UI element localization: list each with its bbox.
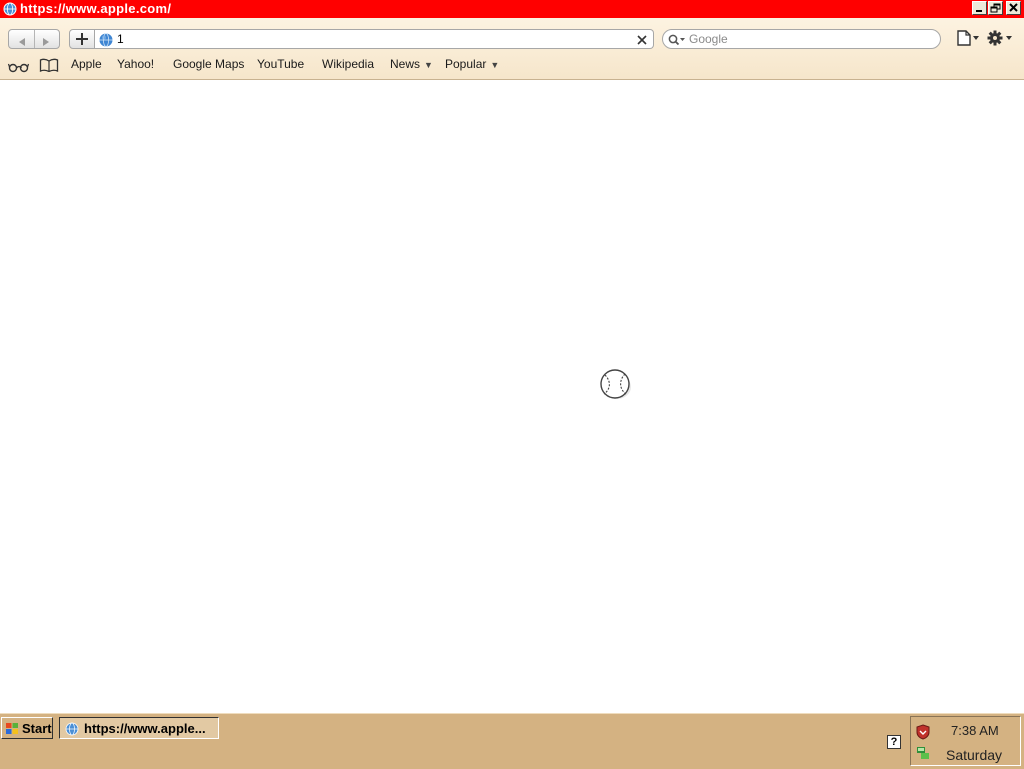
page-menu-button[interactable] [956, 30, 980, 51]
chevron-down-icon: ▼ [490, 60, 500, 70]
settings-menu-button[interactable] [987, 30, 1015, 51]
windows-logo-icon [5, 722, 19, 738]
bookmark-folder-news[interactable]: News ▼ [390, 57, 433, 71]
start-button[interactable]: Start [1, 717, 53, 739]
minimize-icon [976, 10, 982, 12]
bookmark-folder-popular[interactable]: Popular ▼ [445, 57, 499, 71]
bookmark-yahoo[interactable]: Yahoo! [117, 57, 154, 71]
taskbar-item-label: https://www.apple... [84, 721, 206, 736]
help-icon[interactable]: ? [887, 735, 901, 749]
close-icon [1009, 3, 1018, 12]
reading-list-icon [7, 63, 30, 73]
reading-list-button[interactable] [7, 60, 30, 78]
plus-icon [76, 33, 88, 45]
window-title: https://www.apple.com/ [20, 1, 172, 16]
clear-url-button[interactable] [636, 33, 648, 51]
globe-icon [3, 2, 17, 19]
gear-icon [987, 30, 1012, 46]
taskbar: Start https://www.apple... ? 7:38 AM Sat… [0, 713, 1024, 769]
globe-icon [65, 722, 79, 739]
clear-icon [637, 35, 647, 45]
back-button[interactable] [17, 34, 27, 52]
bookmark-youtube[interactable]: YouTube [257, 57, 304, 71]
restore-icon [990, 3, 1001, 13]
shield-icon[interactable] [915, 724, 931, 745]
close-button[interactable] [1006, 1, 1021, 15]
taskbar-item-browser[interactable]: https://www.apple... [59, 717, 219, 739]
browser-toolbar: Apple Yahoo! Google Maps YouTube Wikiped… [0, 18, 1024, 80]
page-icon [957, 30, 979, 46]
forward-button[interactable] [41, 34, 51, 52]
loading-spinner-icon [599, 369, 633, 406]
forward-arrow-icon [43, 38, 49, 46]
back-arrow-icon [19, 38, 25, 46]
restore-button[interactable] [988, 1, 1003, 15]
search-icon [668, 33, 686, 51]
url-input[interactable] [117, 31, 627, 47]
start-label: Start [22, 721, 52, 736]
search-input[interactable] [689, 31, 929, 47]
globe-icon [99, 33, 113, 52]
chevron-down-icon: ▼ [424, 60, 433, 70]
show-bookmarks-button[interactable] [39, 58, 59, 77]
bookmark-wikipedia[interactable]: Wikipedia [322, 57, 374, 71]
clock-time: 7:38 AM [951, 723, 999, 738]
bookmark-google-maps[interactable]: Google Maps [173, 57, 244, 71]
bookmark-apple[interactable]: Apple [71, 57, 102, 71]
network-icon[interactable] [915, 745, 931, 766]
address-bar[interactable] [95, 29, 654, 49]
system-tray: 7:38 AM Saturday [910, 716, 1021, 766]
bookmarks-bar: Apple Yahoo! Google Maps YouTube Wikiped… [0, 56, 1024, 76]
page-content [0, 80, 1024, 713]
minimize-button[interactable] [972, 1, 987, 15]
bookmark-folder-popular-label: Popular [445, 57, 487, 71]
clock-day: Saturday [946, 747, 1003, 763]
add-bookmark-button[interactable] [69, 29, 95, 49]
title-bar: https://www.apple.com/ [0, 0, 1024, 18]
nav-buttons [8, 29, 60, 49]
nav-divider [34, 30, 35, 48]
bookmarks-book-icon [39, 58, 59, 73]
search-box[interactable] [662, 29, 941, 49]
bookmark-folder-news-label: News [390, 57, 421, 71]
